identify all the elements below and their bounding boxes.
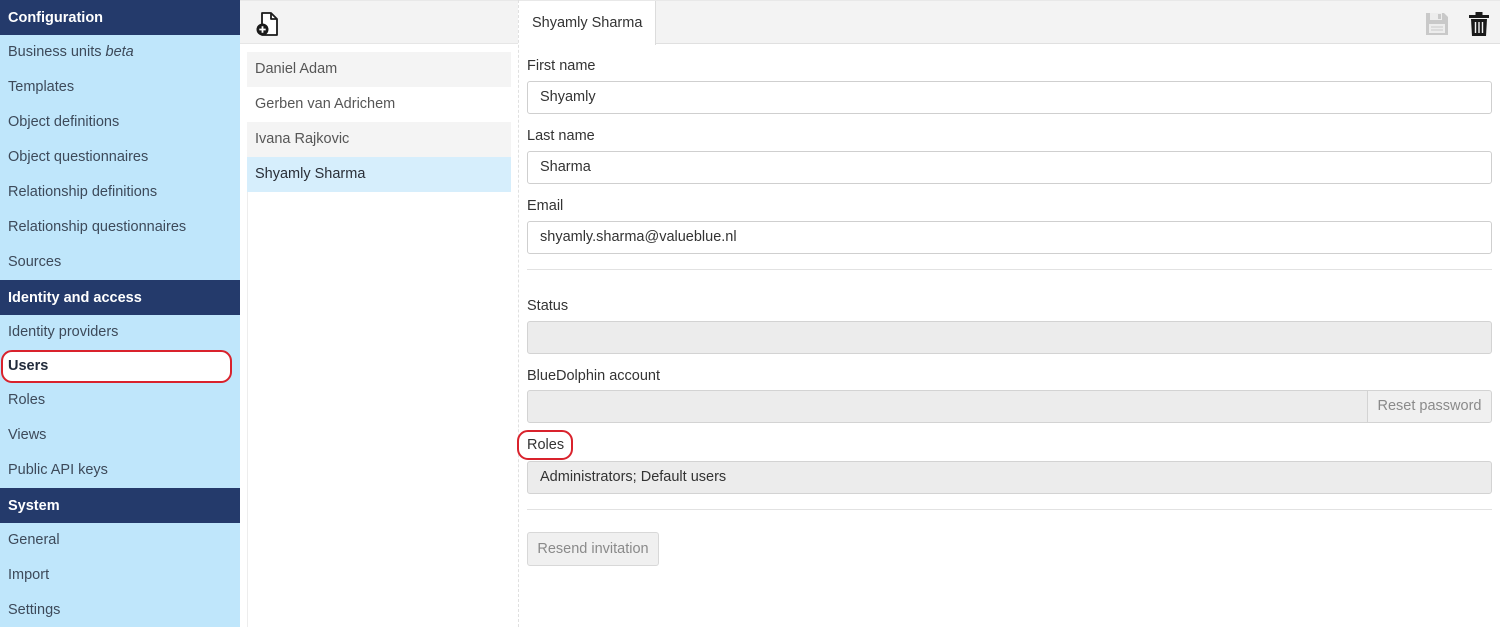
nav-item-public-api-keys[interactable]: Public API keys <box>0 453 240 488</box>
bluedolphin-account-label: BlueDolphin account <box>527 368 661 384</box>
nav-item-business-units[interactable]: Business units beta <box>0 35 240 70</box>
nav-item-settings[interactable]: Settings <box>0 593 240 627</box>
email-field[interactable]: shyamly.sharma@valueblue.nl <box>527 221 1492 254</box>
nav-label: Business units <box>8 44 102 60</box>
user-detail-panel: Shyamly Sharma First name Shyamly Last n… <box>517 0 1500 627</box>
nav-item-views[interactable]: Views <box>0 418 240 453</box>
divider <box>527 269 1492 270</box>
bluedolphin-account-field <box>527 390 1368 423</box>
list-border <box>247 192 248 627</box>
list-item-selected[interactable]: Shyamly Sharma <box>247 157 511 192</box>
nav-item-import[interactable]: Import <box>0 558 240 593</box>
nav-item-relationship-definitions[interactable]: Relationship definitions <box>0 175 240 210</box>
roles-label: Roles <box>527 437 565 453</box>
last-name-field[interactable]: Sharma <box>527 151 1492 184</box>
new-document-icon <box>256 12 278 36</box>
list-item[interactable]: Daniel Adam <box>247 52 511 87</box>
nav-item-identity-providers[interactable]: Identity providers <box>0 315 240 350</box>
reset-password-button[interactable]: Reset password <box>1367 390 1492 423</box>
divider <box>527 509 1492 510</box>
section-header-configuration: Configuration <box>0 0 240 35</box>
nav-item-object-questionnaires[interactable]: Object questionnaires <box>0 140 240 175</box>
nav-item-sources[interactable]: Sources <box>0 245 240 280</box>
list-item[interactable]: Gerben van Adrichem <box>247 87 511 122</box>
first-name-field[interactable]: Shyamly <box>527 81 1492 114</box>
list-item[interactable]: Ivana Rajkovic <box>247 122 511 157</box>
last-name-label: Last name <box>527 128 595 144</box>
roles-field[interactable]: Administrators; Default users <box>527 461 1492 494</box>
nav-item-roles[interactable]: Roles <box>0 383 240 418</box>
list-toolbar <box>240 0 518 44</box>
save-icon <box>1426 13 1448 35</box>
user-list: Daniel Adam Gerben van Adrichem Ivana Ra… <box>247 52 511 192</box>
trash-icon <box>1469 12 1489 36</box>
delete-button[interactable] <box>1468 11 1490 37</box>
section-header-system: System <box>0 488 240 523</box>
nav-item-general[interactable]: General <box>0 523 240 558</box>
user-list-panel: Daniel Adam Gerben van Adrichem Ivana Ra… <box>240 0 519 627</box>
nav-item-users[interactable]: Users <box>1 350 232 383</box>
nav-item-templates[interactable]: Templates <box>0 70 240 105</box>
first-name-label: First name <box>527 58 596 74</box>
nav-item-object-definitions[interactable]: Object definitions <box>0 105 240 140</box>
email-label: Email <box>527 198 564 214</box>
nav-item-relationship-questionnaires[interactable]: Relationship questionnaires <box>0 210 240 245</box>
resend-invitation-button[interactable]: Resend invitation <box>527 532 659 566</box>
save-button[interactable] <box>1424 11 1450 37</box>
sidebar: Configuration Business units beta Templat… <box>0 0 240 627</box>
new-user-button[interactable] <box>255 11 281 37</box>
beta-tag: beta <box>105 44 134 60</box>
status-label: Status <box>527 298 569 314</box>
section-header-identity: Identity and access <box>0 280 240 315</box>
detail-header: Shyamly Sharma <box>519 0 1500 45</box>
tab-user[interactable]: Shyamly Sharma <box>519 1 657 45</box>
status-field <box>527 321 1492 354</box>
